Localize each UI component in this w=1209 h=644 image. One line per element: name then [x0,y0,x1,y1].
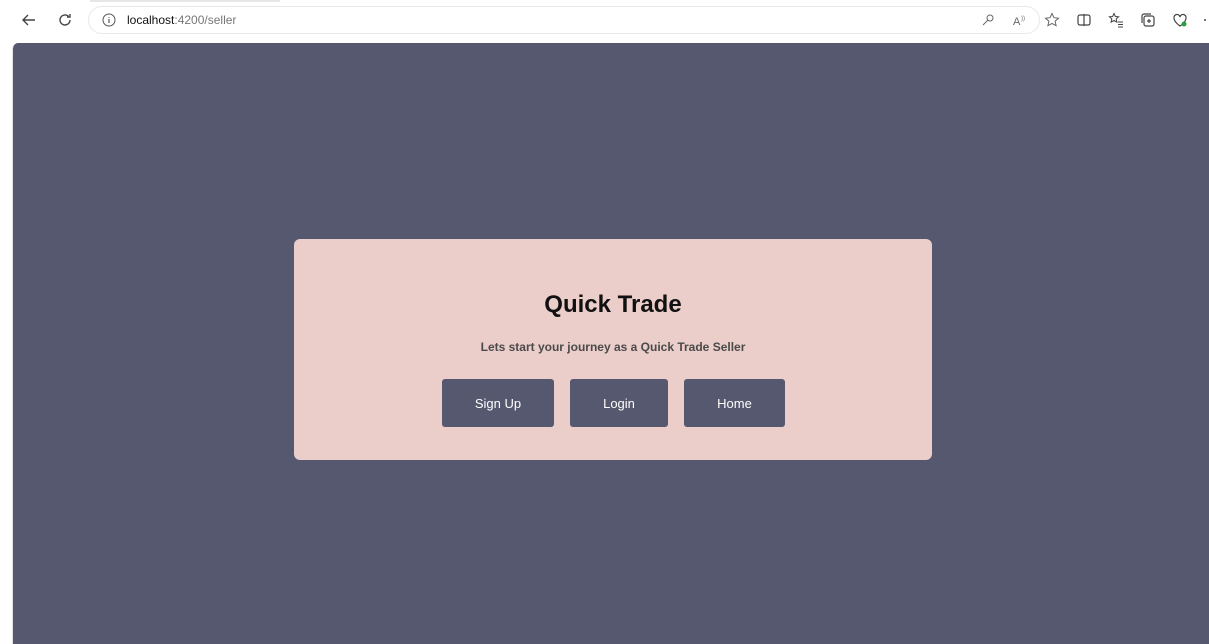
browser-toolbar: localhost:4200/seller A)) [0,0,1209,38]
page-subtitle: Lets start your journey as a Quick Trade… [480,340,746,354]
back-arrow-icon[interactable] [18,9,40,31]
more-icon[interactable] [1201,9,1209,31]
reload-icon[interactable] [54,9,76,31]
collections-icon[interactable] [1137,9,1159,31]
address-bar[interactable]: localhost:4200/seller [88,6,1040,34]
svg-text:A: A [1013,16,1021,27]
login-button[interactable]: Login [570,379,668,427]
welcome-card: Quick Trade Lets start your journey as a… [294,239,932,460]
url-text[interactable]: localhost:4200/seller [127,13,236,27]
password-key-icon[interactable] [977,9,999,31]
home-button[interactable]: Home [684,379,785,427]
split-screen-icon[interactable] [1073,9,1095,31]
favorites-list-icon[interactable] [1105,9,1127,31]
page-viewport: Quick Trade Lets start your journey as a… [12,43,1209,644]
read-aloud-icon[interactable]: A)) [1009,9,1031,31]
favorite-star-icon[interactable] [1041,9,1063,31]
toolbar-icons: A)) [977,9,1209,31]
browser-essentials-icon[interactable] [1169,9,1191,31]
info-icon[interactable] [101,12,117,28]
tab-indicator [90,0,280,2]
sign-up-button[interactable]: Sign Up [442,379,554,427]
svg-text:)): )) [1021,16,1025,22]
page-title: Quick Trade [544,291,682,318]
